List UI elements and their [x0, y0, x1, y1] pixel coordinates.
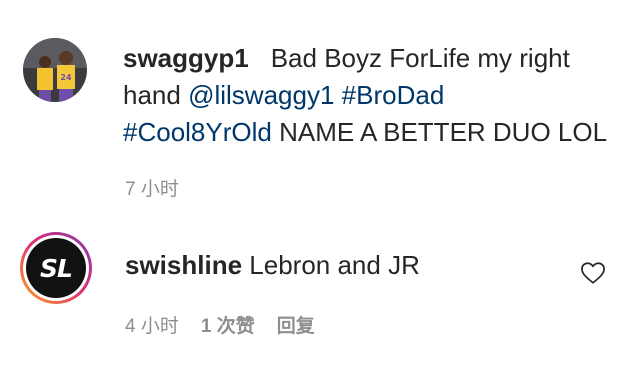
avatar-swishline[interactable]: SL — [20, 232, 92, 304]
heart-outline-icon[interactable] — [580, 260, 606, 286]
comment-text: NAME A BETTER DUO LOL — [271, 117, 608, 147]
username-link[interactable]: swishline — [125, 250, 242, 280]
comment-time[interactable]: 4 小时 — [125, 311, 179, 338]
comment-line-3: #Cool8YrOld NAME A BETTER DUO LOL — [123, 114, 607, 151]
comment-line-2: hand @lilswaggy1 #BroDad — [123, 77, 607, 114]
avatar-logo: SL — [26, 238, 86, 298]
comment-text: hand — [123, 80, 189, 110]
comment-meta-1: 7 小时 — [125, 174, 201, 201]
reply-button[interactable]: 回复 — [277, 311, 315, 338]
comment-text: Lebron and JR — [249, 250, 420, 280]
comment-body-1: swaggyp1 Bad Boyz ForLife my right hand @… — [123, 40, 607, 151]
avatar-image: 24 — [23, 38, 87, 102]
likes-count-button[interactable]: 1 次赞 — [201, 311, 255, 338]
comment-meta-2: 4 小时 1 次赞 回复 — [125, 311, 337, 338]
hashtag-link[interactable]: #Cool8YrOld — [123, 117, 272, 147]
comment-time[interactable]: 7 小时 — [125, 174, 179, 201]
comment-line-1: swaggyp1 Bad Boyz ForLife my right — [123, 40, 607, 77]
username-link[interactable]: swaggyp1 — [123, 43, 249, 73]
logo-text: SL — [40, 253, 73, 283]
hashtag-link[interactable]: #BroDad — [342, 80, 445, 110]
comment-text: Bad Boyz ForLife my right — [270, 43, 570, 73]
avatar-swaggyp1[interactable]: 24 — [23, 38, 87, 102]
svg-text:24: 24 — [60, 73, 72, 82]
heart-icon — [581, 262, 605, 284]
mention-link[interactable]: @lilswaggy1 — [188, 80, 334, 110]
comment-body-2: swishline Lebron and JR — [125, 247, 420, 284]
